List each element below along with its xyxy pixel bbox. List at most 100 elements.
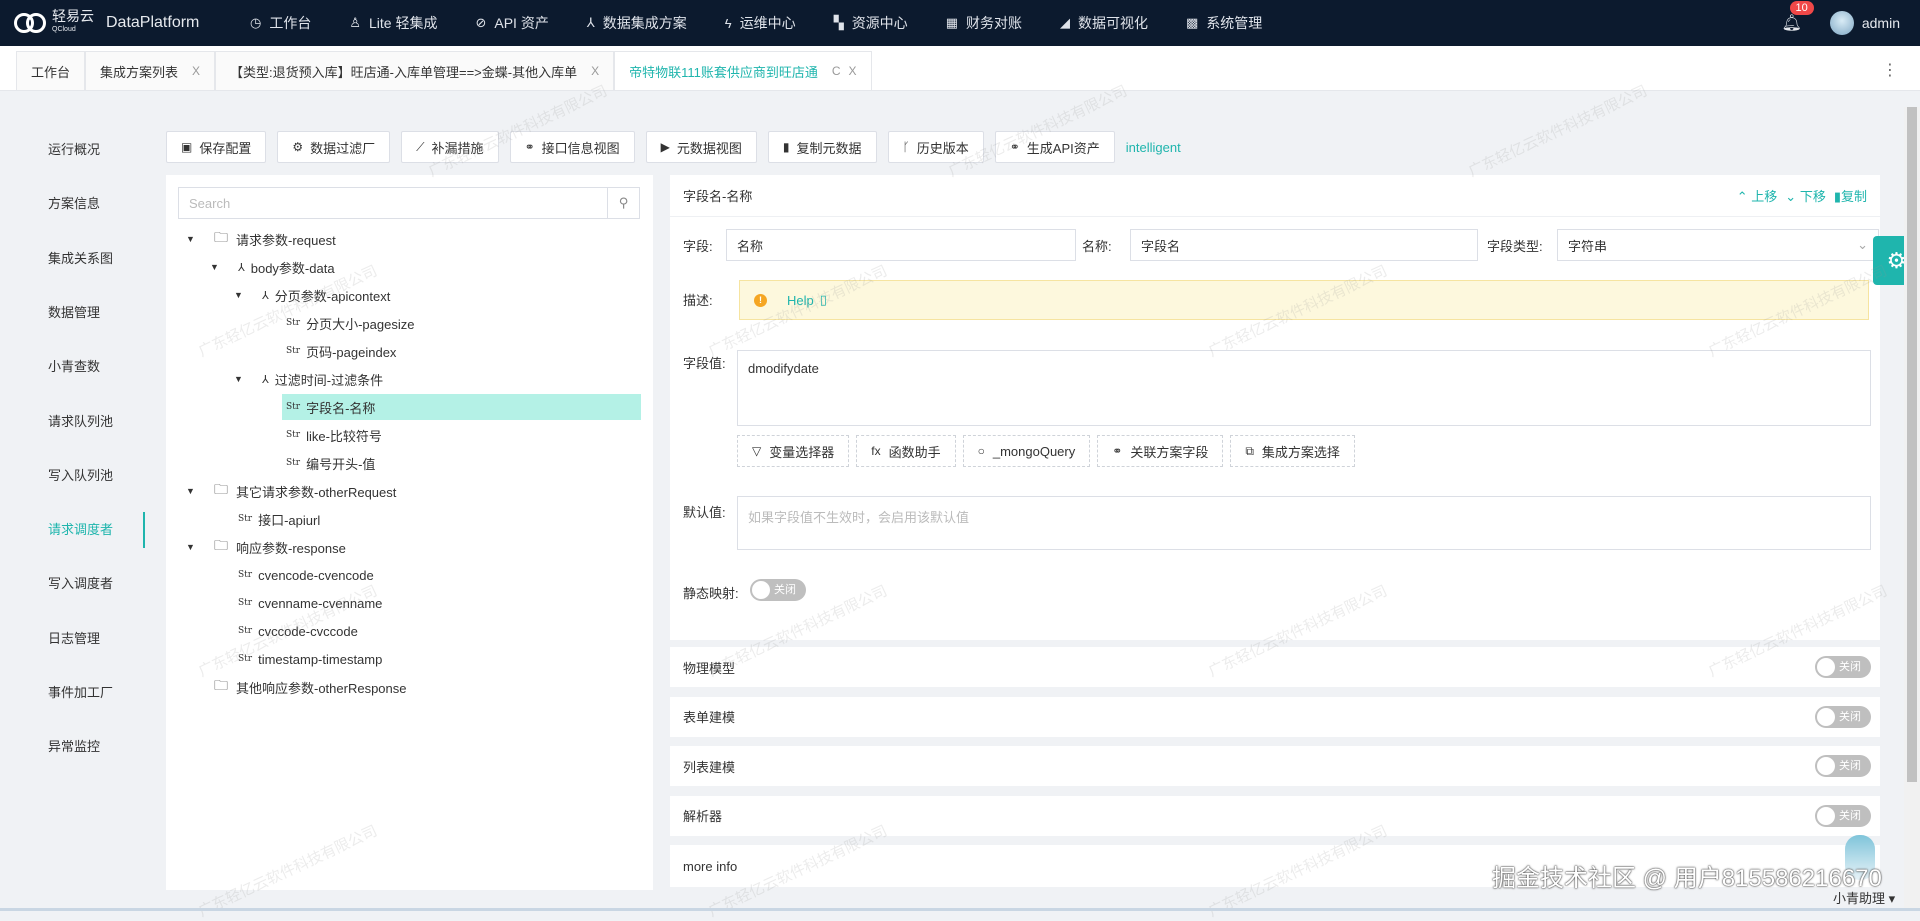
- move-up-button[interactable]: ⌃ 上移: [1737, 186, 1778, 205]
- nav-item[interactable]: ⅄数据集成方案: [587, 13, 687, 33]
- helper-button[interactable]: ⧉集成方案选择: [1230, 435, 1355, 467]
- tree-node-content[interactable]: Strcvenname-cvenname: [234, 590, 641, 616]
- nav-item[interactable]: ϟ运维中心: [725, 13, 796, 33]
- default-value-textarea[interactable]: 如果字段值不生效时，会启用该默认值: [737, 496, 1871, 550]
- sidebar-item[interactable]: 写入队列池: [48, 458, 145, 494]
- collapsible-section[interactable]: 列表建模关闭: [670, 746, 1880, 786]
- section-toggle[interactable]: 关闭: [1815, 755, 1871, 777]
- intelligent-link[interactable]: intelligent: [1126, 140, 1181, 155]
- tab[interactable]: 工作台: [16, 51, 85, 90]
- helper-button[interactable]: ⚭关联方案字段: [1097, 435, 1223, 467]
- caret-down-icon[interactable]: ▼: [234, 374, 258, 384]
- sidebar-item[interactable]: 请求队列池: [48, 404, 145, 440]
- toolbar-button[interactable]: ▣保存配置: [166, 131, 266, 163]
- tree-node-content[interactable]: 🗀︎其它请求参数-otherRequest: [210, 478, 641, 504]
- toolbar-button[interactable]: ⚭接口信息视图: [510, 131, 635, 163]
- more-vertical-icon[interactable]: ⋮: [1882, 60, 1898, 80]
- collapsible-section[interactable]: 表单建模关闭: [670, 697, 1880, 737]
- tree-node-content[interactable]: Str编号开头-值: [282, 450, 641, 476]
- assistant-label[interactable]: 小青助理 ▾: [1833, 888, 1895, 907]
- tree-node-content[interactable]: Str页码-pageindex: [282, 338, 641, 364]
- sidebar-item[interactable]: 方案信息: [48, 186, 145, 222]
- tree-node[interactable]: Strcvccode-cvccode: [166, 617, 653, 645]
- toolbar-button[interactable]: ⚙数据过滤厂: [277, 131, 390, 163]
- tree-node-content[interactable]: ⅄分页参数-apicontext: [258, 282, 641, 308]
- close-icon[interactable]: X: [849, 64, 857, 78]
- search-icon[interactable]: ⚲: [607, 188, 639, 218]
- tree-node[interactable]: ▼🗀︎响应参数-response: [166, 533, 653, 561]
- tree-node[interactable]: 🗀︎其他响应参数-otherResponse: [166, 673, 653, 701]
- tree-node-content[interactable]: 🗀︎其他响应参数-otherResponse: [210, 674, 641, 700]
- move-down-button[interactable]: ⌄ 下移: [1785, 186, 1826, 205]
- tree-node[interactable]: Strtimestamp-timestamp: [166, 645, 653, 673]
- tree-node-content[interactable]: Str接口-apiurl: [234, 506, 641, 532]
- tree-node-content[interactable]: Str字段名-名称: [282, 394, 641, 420]
- static-mapping-toggle[interactable]: 关闭: [750, 579, 806, 601]
- tree-node-content[interactable]: Str分页大小-pagesize: [282, 310, 641, 336]
- tab[interactable]: 【类型:退货预入库】旺店通-入库单管理==>金蝶-其他入库单X: [215, 51, 614, 90]
- tree-node-content[interactable]: ⅄body参数-data: [234, 254, 641, 280]
- nav-item[interactable]: ▚资源中心: [834, 13, 908, 33]
- close-icon[interactable]: X: [192, 64, 200, 78]
- helper-button[interactable]: fx函数助手: [856, 435, 955, 467]
- tab[interactable]: 帝特物联111账套供应商到旺店通CX: [614, 51, 871, 90]
- collapsible-section[interactable]: 解析器关闭: [670, 796, 1880, 836]
- sidebar-item[interactable]: 集成关系图: [48, 241, 145, 277]
- refresh-icon[interactable]: C: [832, 64, 841, 78]
- tree-node-content[interactable]: Strtimestamp-timestamp: [234, 646, 641, 672]
- tree-node[interactable]: Strcvencode-cvencode: [166, 561, 653, 589]
- toolbar-button[interactable]: ▮复制元数据: [768, 131, 877, 163]
- section-toggle[interactable]: 关闭: [1815, 706, 1871, 728]
- sidebar-item[interactable]: 日志管理: [48, 621, 145, 657]
- sidebar-item[interactable]: 数据管理: [48, 295, 145, 331]
- tree-node-content[interactable]: ⅄过滤时间-过滤条件: [258, 366, 641, 392]
- section-toggle[interactable]: 关闭: [1815, 656, 1871, 678]
- sidebar-item[interactable]: 事件加工厂: [48, 675, 145, 711]
- sidebar-item[interactable]: 运行概况: [48, 132, 145, 168]
- nav-item[interactable]: ▦财务对账: [946, 13, 1022, 33]
- tree-node[interactable]: Strcvenname-cvenname: [166, 589, 653, 617]
- helper-button[interactable]: ○_mongoQuery: [963, 435, 1091, 467]
- tree-node[interactable]: ▼⅄分页参数-apicontext: [166, 281, 653, 309]
- sidebar-item[interactable]: 写入调度者: [48, 566, 145, 602]
- tree-node-content[interactable]: Strcvccode-cvccode: [234, 618, 641, 644]
- nav-item[interactable]: ◢数据可视化: [1060, 13, 1148, 33]
- tree-node[interactable]: Strlike-比较符号: [166, 421, 653, 449]
- sidebar-item[interactable]: 请求调度者: [48, 512, 145, 548]
- help-link[interactable]: Help: [787, 293, 814, 308]
- tree-node[interactable]: Str页码-pageindex: [166, 337, 653, 365]
- caret-down-icon[interactable]: ▼: [210, 262, 234, 272]
- helper-button[interactable]: ▽变量选择器: [737, 435, 849, 467]
- tree-node[interactable]: ▼🗀︎其它请求参数-otherRequest: [166, 477, 653, 505]
- nav-item[interactable]: ♙Lite 轻集成: [349, 13, 437, 33]
- caret-down-icon[interactable]: ▼: [186, 234, 210, 244]
- sidebar-item[interactable]: 小青查数: [48, 349, 145, 385]
- nav-item[interactable]: ⊘API 资产: [475, 13, 548, 33]
- toolbar-button[interactable]: ⚭生成API资产: [995, 131, 1115, 163]
- caret-down-icon[interactable]: ▼: [186, 486, 210, 496]
- tree-node[interactable]: ▼🗀︎请求参数-request: [166, 225, 653, 253]
- field-value-textarea[interactable]: dmodifydate: [737, 350, 1871, 426]
- sidebar-item[interactable]: 异常监控: [48, 729, 145, 765]
- scrollbar[interactable]: [1904, 107, 1920, 911]
- notification-bell-icon[interactable]: 🔔︎10: [1782, 13, 1802, 33]
- field-input[interactable]: 名称: [726, 229, 1076, 261]
- tree-node-content[interactable]: Strlike-比较符号: [282, 422, 641, 448]
- name-input[interactable]: 字段名: [1130, 229, 1478, 261]
- caret-down-icon[interactable]: ▼: [186, 542, 210, 552]
- search-input[interactable]: [179, 188, 607, 218]
- toolbar-button[interactable]: ᚴ历史版本: [888, 131, 984, 163]
- tree-node-content[interactable]: Strcvencode-cvencode: [234, 562, 641, 588]
- section-toggle[interactable]: 关闭: [1815, 805, 1871, 827]
- tree-node-content[interactable]: 🗀︎请求参数-request: [210, 226, 641, 252]
- user-name[interactable]: admin: [1862, 15, 1900, 31]
- nav-item[interactable]: ▩系统管理: [1186, 13, 1262, 33]
- tree-node[interactable]: ▼⅄body参数-data: [166, 253, 653, 281]
- toolbar-button[interactable]: ▶元数据视图: [646, 131, 757, 163]
- tree-node[interactable]: Str分页大小-pagesize: [166, 309, 653, 337]
- tree-node[interactable]: Str字段名-名称: [166, 393, 653, 421]
- copy-button[interactable]: ▮复制: [1834, 186, 1867, 205]
- tree-node[interactable]: ▼⅄过滤时间-过滤条件: [166, 365, 653, 393]
- tree-node[interactable]: Str接口-apiurl: [166, 505, 653, 533]
- tab[interactable]: 集成方案列表X: [85, 51, 215, 90]
